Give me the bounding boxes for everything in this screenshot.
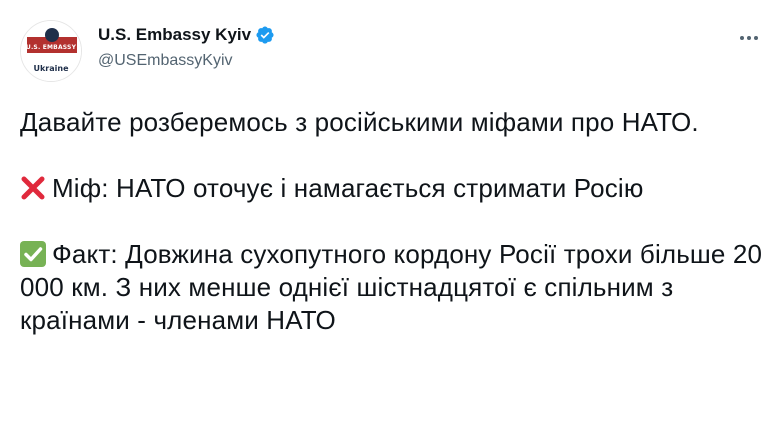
name-row: U.S. Embassy Kyiv	[98, 24, 275, 46]
account-handle[interactable]: @USEmbassyKyiv	[98, 52, 275, 70]
account-identity: U.S. Embassy Kyiv @USEmbassyKyiv	[98, 24, 275, 70]
more-horizontal-icon	[740, 36, 758, 40]
avatar[interactable]: U.S. EMBASSY Ukraine	[20, 20, 82, 82]
check-mark-icon	[20, 241, 46, 267]
myth-text: Міф: НАТО оточує і намагається стримати …	[52, 173, 644, 203]
fact-line: Факт: Довжина сухопутного кордону Росії …	[20, 238, 765, 337]
cross-mark-icon	[20, 175, 46, 201]
more-options-button[interactable]	[737, 28, 761, 48]
tweet-text: Давайте розберемось з російськими міфами…	[20, 106, 765, 337]
display-name[interactable]: U.S. Embassy Kyiv	[98, 25, 251, 45]
avatar-text-bottom: Ukraine	[33, 64, 69, 73]
tweet-intro: Давайте розберемось з російськими міфами…	[20, 107, 699, 137]
avatar-text-top: U.S. EMBASSY	[25, 44, 77, 51]
tweet-card: U.S. EMBASSY Ukraine U.S. Embassy Kyiv @…	[0, 0, 783, 431]
verified-badge-icon	[255, 25, 275, 45]
fact-text: Факт: Довжина сухопутного кордону Росії …	[20, 239, 763, 335]
myth-line: Міф: НАТО оточує і намагається стримати …	[20, 172, 765, 205]
